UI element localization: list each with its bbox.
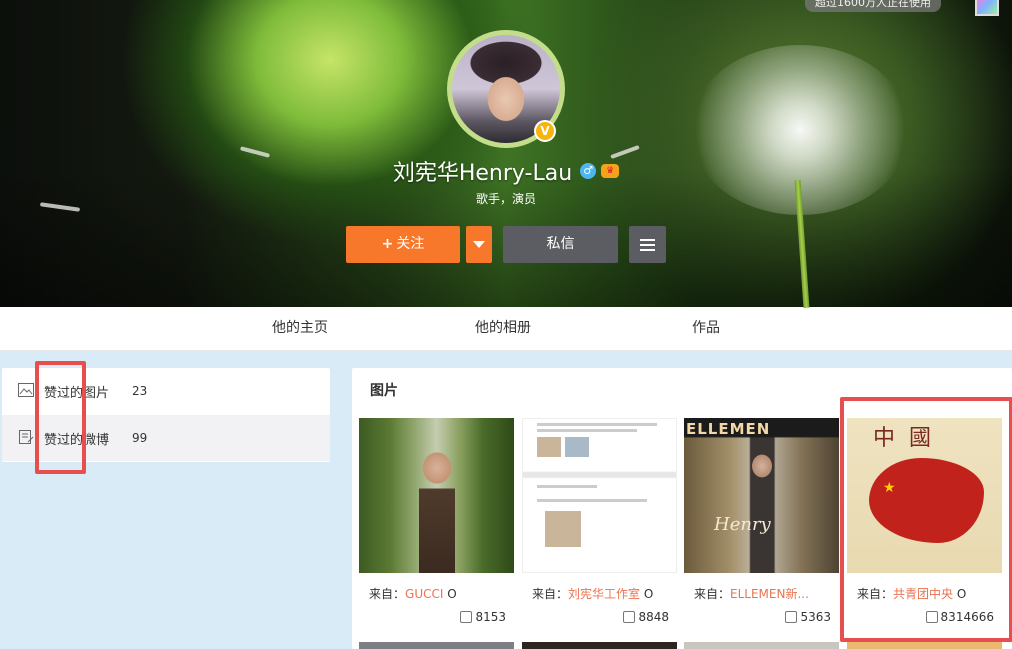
like-count[interactable]: 8848: [623, 610, 669, 624]
like-count[interactable]: 8153: [460, 610, 506, 624]
from-prefix: 来自：: [857, 587, 894, 601]
from-prefix: 来自：: [369, 587, 406, 601]
image-card[interactable]: 中國 ★ 来自：共青团中央 O 8314666: [847, 418, 1002, 635]
from-prefix: 来自：: [694, 587, 731, 601]
thumbs-up-icon: [925, 611, 938, 623]
source-suffix: O: [640, 587, 654, 601]
sidebar-item-label: 赞过的图片: [44, 386, 110, 401]
source-link[interactable]: 刘宪华工作室: [568, 587, 640, 601]
image-card[interactable]: ELLEMEN Henry 来自：ELLEMEN新... 5363: [684, 418, 839, 635]
thumbs-up-icon: [623, 611, 636, 623]
image-icon: [18, 383, 34, 397]
skin-icon[interactable]: [975, 0, 999, 16]
menu-icon-bar: [640, 249, 655, 251]
screenshot-photo: [545, 511, 581, 547]
sidebar-item-liked-images[interactable]: 赞过的图片 23: [2, 368, 330, 414]
likes-sidebar: 赞过的图片 23 赞过的微博 99: [2, 368, 330, 462]
screenshot-line: [537, 423, 657, 426]
verified-badge-icon: V: [534, 120, 556, 142]
screenshot-photo: [537, 437, 561, 457]
plus-icon: +: [381, 236, 394, 252]
source-link[interactable]: GUCCI: [405, 587, 443, 601]
card-source: 来自：GUCCI O: [369, 585, 509, 602]
china-map-shape: [869, 458, 984, 543]
image-thumbnail[interactable]: [359, 418, 514, 573]
sidebar-item-count: 23: [132, 384, 148, 398]
next-row-thumbnail[interactable]: [684, 642, 839, 649]
menu-icon-bar: [640, 244, 655, 246]
tab-works[interactable]: 作品: [692, 307, 720, 351]
next-row-thumbnail[interactable]: [359, 642, 514, 649]
image-thumbnail[interactable]: [522, 418, 677, 573]
screenshot-line: [537, 499, 647, 502]
weibo-doc-icon: [19, 430, 34, 444]
source-link[interactable]: 共青团中央: [893, 587, 953, 601]
male-gender-icon: ♂: [580, 163, 597, 179]
card-source: 来自：刘宪华工作室 O: [532, 585, 672, 602]
image-card[interactable]: 来自：刘宪华工作室 O 8848: [522, 418, 677, 635]
follow-button[interactable]: + 关注: [346, 226, 460, 263]
member-crown-icon[interactable]: ♛: [601, 164, 620, 178]
sidebar-item-count: 99: [132, 431, 148, 445]
poster-title: 中國: [873, 426, 946, 451]
usage-badge: 超过1600万人正在使用: [805, 0, 941, 12]
follow-dropdown-button[interactable]: [466, 226, 492, 263]
chevron-down-icon: [473, 241, 485, 248]
like-count[interactable]: 5363: [785, 610, 831, 624]
tab-album[interactable]: 他的相册: [475, 307, 531, 351]
sidebar-item-liked-weibo[interactable]: 赞过的微博 99: [2, 415, 330, 461]
source-link[interactable]: ELLEMEN新...: [730, 587, 809, 601]
follow-label: 关注: [396, 236, 425, 252]
profile-tabbar: 他的主页 他的相册 作品: [0, 307, 1012, 351]
like-count[interactable]: 8314666: [925, 610, 994, 624]
sidebar-item-label: 赞过的微博: [44, 433, 110, 448]
profile-description: 歌手，演员: [475, 192, 536, 206]
magazine-script-text: Henry: [714, 514, 771, 535]
thumbs-up-icon: [460, 611, 473, 623]
like-number: 8153: [475, 610, 506, 624]
star-icon: ★: [883, 480, 896, 496]
panel-title: 图片: [370, 383, 398, 399]
menu-icon: [640, 239, 655, 241]
source-suffix: O: [953, 587, 967, 601]
card-source: 来自：共青团中央 O: [857, 585, 997, 602]
tab-home[interactable]: 他的主页: [272, 307, 328, 351]
thumbs-up-icon: [785, 611, 798, 623]
image-thumbnail[interactable]: ELLEMEN Henry: [684, 418, 839, 573]
screenshot-line: [537, 485, 597, 488]
card-source: 来自：ELLEMEN新...: [694, 585, 834, 602]
image-thumbnail[interactable]: 中國 ★: [847, 418, 1002, 573]
like-number: 5363: [800, 610, 831, 624]
next-row-thumbnail[interactable]: [847, 642, 1002, 649]
more-menu-button[interactable]: [629, 226, 666, 263]
profile-name: 刘宪华Henry-Lau: [392, 161, 573, 186]
like-number: 8848: [638, 610, 669, 624]
from-prefix: 来自：: [532, 587, 569, 601]
image-card[interactable]: 来自：GUCCI O 8153: [359, 418, 514, 635]
liked-images-panel: 图片 来自：GUCCI O 8153 来自：刘宪华工作室 O 8848 ELLE…: [352, 368, 1012, 649]
source-suffix: O: [443, 587, 457, 601]
next-row-thumbnail[interactable]: [522, 642, 677, 649]
screenshot-line: [537, 429, 637, 432]
magazine-masthead: ELLEMEN: [686, 420, 771, 438]
screenshot-photo: [565, 437, 589, 457]
message-button[interactable]: 私信: [503, 226, 618, 263]
like-number: 8314666: [940, 610, 994, 624]
